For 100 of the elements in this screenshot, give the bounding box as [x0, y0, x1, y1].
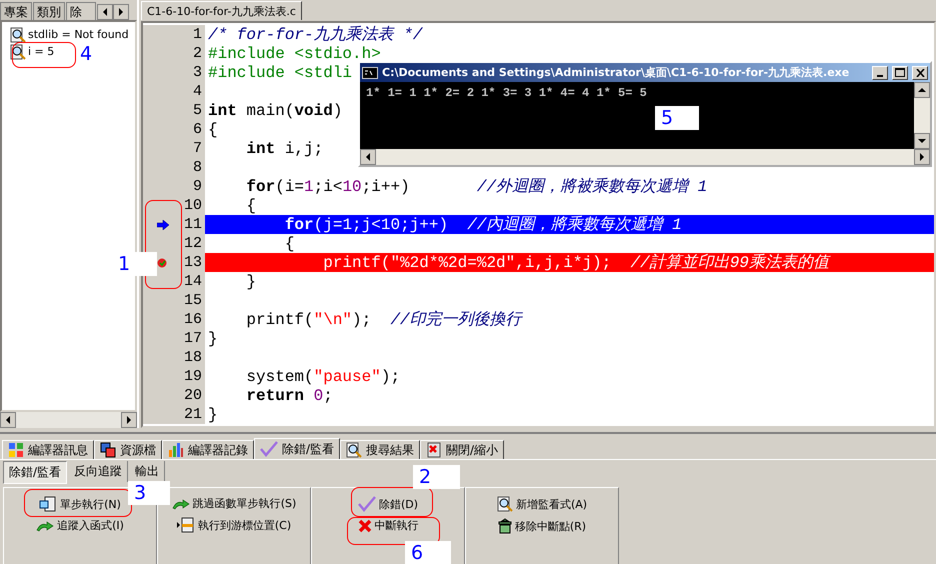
stop-icon: [358, 518, 372, 532]
button-label: 執行到游標位置(C): [198, 518, 292, 532]
scroll-right-button[interactable]: [121, 412, 137, 428]
code-line: #include <stdli: [207, 64, 352, 82]
windows-icon: [100, 442, 116, 458]
vertical-scrollbar[interactable]: [914, 82, 930, 149]
debug-button[interactable]: 新增監看式(A): [494, 494, 590, 514]
breakpoint-icon: [157, 258, 167, 268]
bar-chart-icon: [168, 442, 184, 458]
watch-item[interactable]: i = 5: [28, 45, 54, 58]
scroll-left-button[interactable]: [97, 4, 113, 20]
line-number: 6: [192, 121, 202, 138]
code-line: for(j=1;j<10;j++) //內迴圈，將乘數每次遞增 1: [284, 214, 682, 235]
close-icon: [916, 68, 924, 76]
panel-tab[interactable]: 編譯器訊息: [2, 440, 94, 459]
line-number: 3: [192, 64, 202, 81]
annotation-number: 3: [128, 481, 170, 505]
code-editor[interactable]: [141, 21, 936, 428]
arrow-icon: [172, 498, 190, 510]
search-icon: [496, 496, 513, 512]
code-line: {: [284, 234, 294, 252]
panel-tab[interactable]: 資源檔: [94, 440, 162, 459]
code-line: int main(void): [207, 102, 342, 120]
annotation-number: 4: [79, 42, 94, 66]
panel-tab[interactable]: 搜尋結果: [340, 440, 420, 459]
code-line: }: [207, 406, 218, 424]
minimize-icon: [877, 74, 883, 76]
line-number: 5: [192, 102, 202, 119]
code-line: }: [207, 330, 218, 348]
arrow-icon: [157, 220, 169, 230]
code-line: {: [207, 120, 218, 138]
debug-button[interactable]: 追蹤入函式(I): [34, 516, 126, 535]
panel-tab[interactable]: 類別: [33, 2, 65, 20]
cursor-line-icon: [176, 517, 195, 533]
line-number: 15: [184, 292, 202, 309]
console-icon: [362, 66, 378, 78]
panel-tab[interactable]: 編譯器記錄: [162, 440, 254, 459]
line-number: 13: [184, 254, 202, 271]
scroll-right-button[interactable]: [914, 149, 930, 165]
watch-icon: [10, 26, 26, 42]
grid-icon: [8, 442, 24, 458]
scroll-right-button[interactable]: [113, 4, 129, 20]
line-number: 11: [184, 216, 202, 233]
panel-tab[interactable]: 關閉/縮小: [420, 440, 504, 459]
panel-tab[interactable]: 除: [66, 2, 96, 20]
code-line: }: [245, 272, 256, 290]
watch-item[interactable]: stdlib = Not found: [28, 28, 129, 41]
tab-label: 搜尋結果: [366, 442, 414, 458]
file-tab[interactable]: C1-6-10-for-for-九九乘法表.c: [141, 1, 302, 20]
code-line: for(i=1;i<10;i++) //外迴圈，將被乘數每次遞增 1: [245, 176, 708, 197]
horizontal-scrollbar[interactable]: [0, 412, 137, 428]
step-icon: [39, 496, 58, 512]
annotation-number: 2: [413, 465, 460, 489]
scroll-left-button[interactable]: [360, 149, 376, 165]
line-number: 12: [184, 235, 202, 252]
sub-tab[interactable]: 除錯/監看: [3, 461, 68, 484]
trash-icon: [498, 518, 512, 534]
close-document-icon: [426, 442, 442, 458]
minimize-button[interactable]: [872, 66, 888, 80]
debug-button[interactable]: 跳過函數單步執行(S): [170, 494, 298, 513]
tab-label: 編譯器訊息: [28, 442, 88, 458]
line-number: 4: [192, 83, 202, 100]
line-number: 8: [192, 159, 202, 176]
line-number: 7: [192, 140, 202, 157]
maximize-button[interactable]: [892, 66, 908, 80]
code-line: printf("\n"); //印完一列後換行: [245, 310, 522, 330]
debug-button[interactable]: 中斷執行: [356, 516, 420, 535]
scroll-up-button[interactable]: [914, 82, 930, 98]
panel-tab[interactable]: 除錯/監看: [254, 438, 340, 459]
panel-tab[interactable]: 專案: [0, 2, 32, 20]
debug-button[interactable]: 除錯(D): [356, 494, 420, 514]
debug-button[interactable]: 執行到游標位置(C): [174, 515, 294, 535]
annotation-number: 6: [405, 541, 451, 564]
debug-button[interactable]: 移除中斷點(R): [496, 516, 588, 536]
button-label: 新增監看式(A): [516, 496, 588, 512]
console-output: 1* 1= 1 1* 2= 2 1* 3= 3 1* 4= 4 1* 5= 5: [366, 86, 647, 100]
button-label: 追蹤入函式(I): [57, 518, 124, 533]
scroll-down-button[interactable]: [914, 133, 930, 149]
window-title: C:\Documents and Settings\Administrator\桌面\C1-6-10-for-for-九九乘法表.exe: [382, 65, 850, 80]
code-line: {: [245, 196, 256, 214]
line-number: 14: [184, 273, 202, 290]
tab-label: 資源檔: [120, 442, 156, 458]
horizontal-scrollbar[interactable]: [360, 149, 930, 165]
line-number: 19: [184, 368, 202, 385]
debug-button[interactable]: 單步執行(N): [37, 494, 123, 514]
scroll-left-button[interactable]: [0, 412, 16, 428]
code-line: system("pause");: [245, 368, 400, 386]
button-label: 單步執行(N): [60, 496, 121, 512]
check-icon: [260, 441, 278, 457]
code-line: printf("%2d*%2d=%2d",i,j,i*j); //計算並印出99乘法表的值: [322, 252, 829, 273]
sub-tab[interactable]: 反向追蹤: [69, 461, 128, 482]
line-number: 1: [192, 26, 202, 43]
watch-icon: [10, 44, 26, 60]
button-label: 除錯(D): [378, 496, 418, 512]
line-number: 16: [184, 311, 202, 328]
line-number: 17: [184, 330, 202, 347]
line-number: 18: [184, 349, 202, 366]
line-number: 9: [192, 178, 202, 195]
code-line: #include <stdio.h>: [207, 44, 381, 62]
close-button[interactable]: [912, 66, 928, 80]
